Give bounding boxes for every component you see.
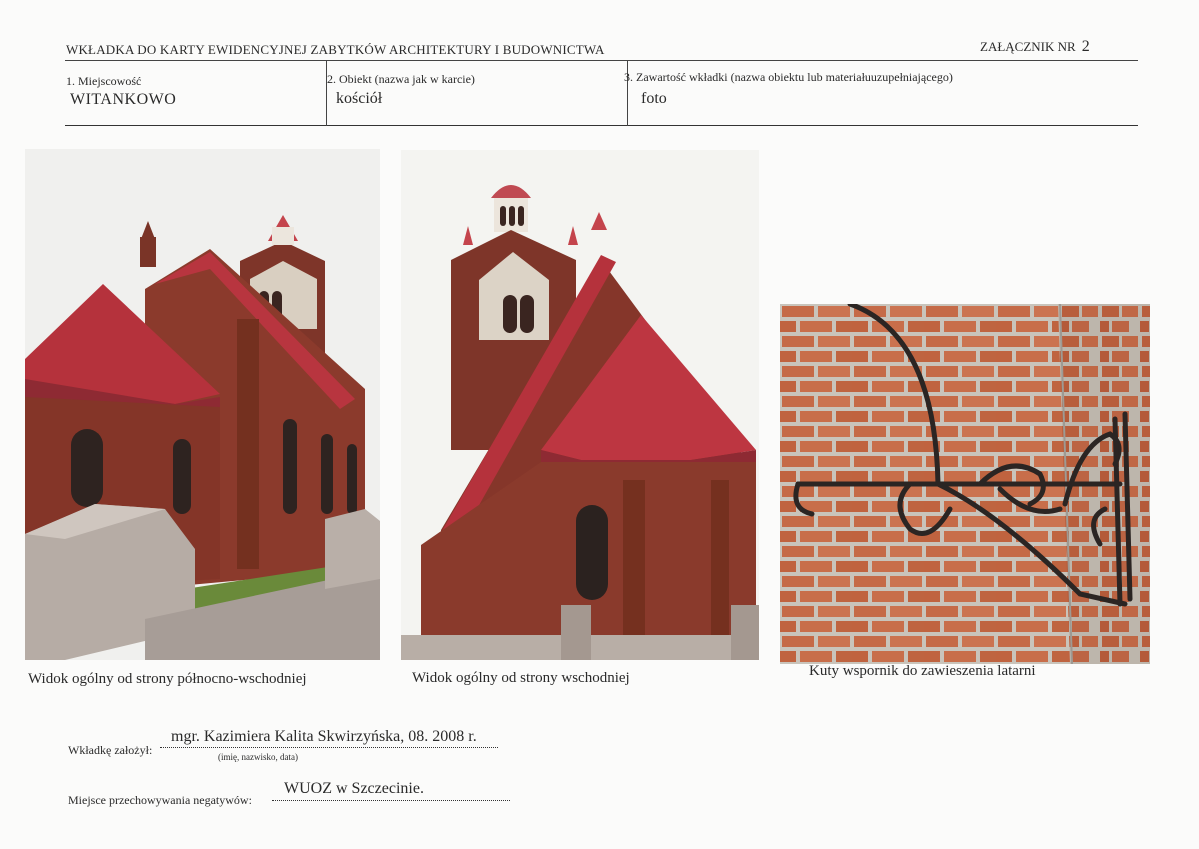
field-object-value: kościół	[336, 90, 383, 107]
negatives-dotted-line	[272, 800, 510, 801]
field-content-label: 3. Zawartość wkładki (nazwa obiektu lub …	[624, 70, 953, 84]
table-top-rule	[65, 60, 1138, 61]
table-bottom-rule	[65, 125, 1138, 126]
author-value: mgr. Kazimiera Kalita Skwirzyńska, 08. 2…	[171, 728, 477, 745]
field-object-label: 2. Obiekt (nazwa jak w karcie)	[327, 72, 475, 86]
field-location-value: WITANKOWO	[70, 91, 177, 108]
author-label: Wkładkę założył:	[68, 743, 153, 757]
negatives-value: WUOZ w Szczecinie.	[284, 780, 424, 797]
author-dotted-line	[160, 747, 498, 748]
photo-northeast-view	[25, 149, 380, 660]
form-title: WKŁADKA DO KARTY EWIDENCYJNEJ ZABYTKÓW A…	[66, 42, 605, 57]
table-divider-1	[326, 61, 327, 126]
photo-east-view	[401, 150, 759, 660]
photo-1-caption: Widok ogólny od strony północno-wschodni…	[28, 671, 307, 687]
annex-value: 2	[1081, 38, 1090, 55]
photo-2-caption: Widok ogólny od strony wschodniej	[412, 670, 630, 686]
annex-label: ZAŁĄCZNIK NR	[980, 39, 1076, 54]
photo-lantern-bracket	[780, 304, 1150, 664]
negatives-label: Miejsce przechowywania negatywów:	[68, 793, 252, 807]
field-content-value: foto	[641, 90, 667, 107]
photo-3-caption: Kuty wspornik do zawieszenia latarni	[809, 663, 1036, 679]
field-location-label: 1. Miejscowość	[66, 74, 142, 88]
annex-number: ZAŁĄCZNIK NR 2	[980, 38, 1090, 56]
author-hint: (imię, nazwisko, data)	[218, 752, 298, 762]
